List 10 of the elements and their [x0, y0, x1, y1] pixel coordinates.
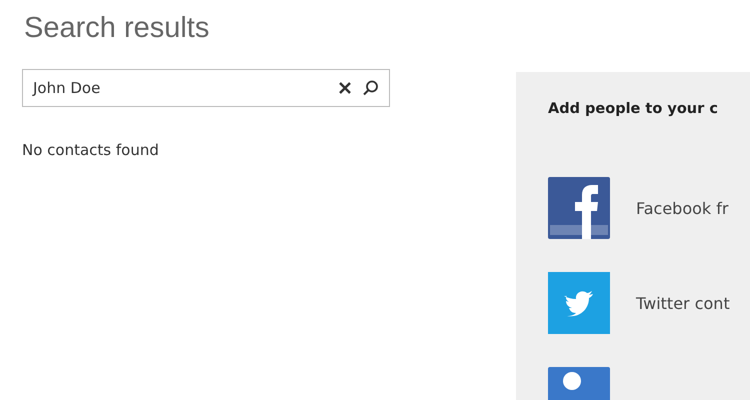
bird-icon[interactable] [548, 272, 610, 334]
page-title: Search results [24, 12, 210, 45]
source-label[interactable]: Facebook fr [636, 198, 728, 218]
source-label[interactable]: Twitter cont [636, 294, 730, 312]
facebook-icon[interactable] [548, 177, 610, 239]
clear-icon[interactable] [338, 81, 352, 95]
search-field[interactable]: John Doe [22, 69, 390, 107]
status-text: No contacts found [22, 141, 159, 159]
panel-heading: Add people to your c [548, 101, 718, 117]
search-icon[interactable] [362, 80, 379, 96]
